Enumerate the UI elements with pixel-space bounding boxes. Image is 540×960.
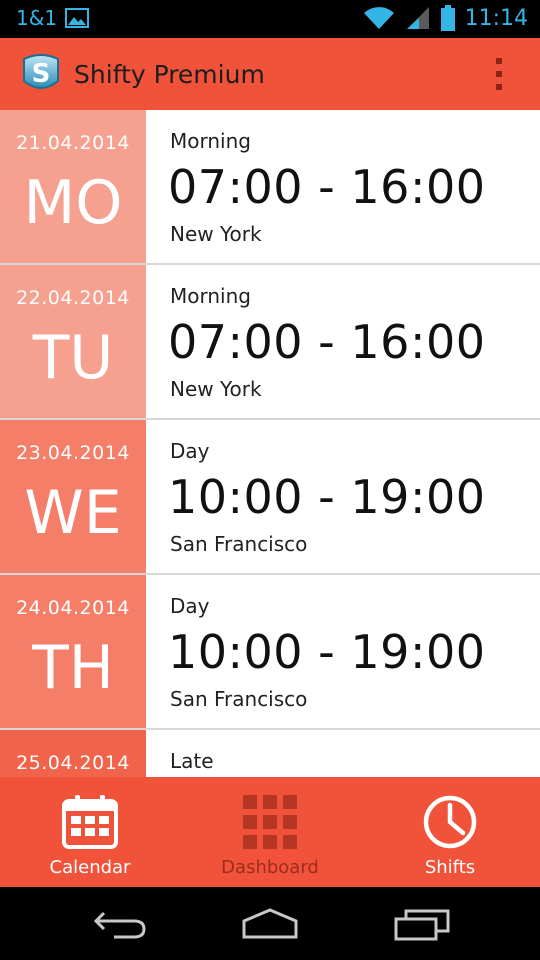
shift-time-range: 07:00 - 16:00: [168, 315, 486, 369]
shift-name: Day: [170, 439, 210, 463]
shift-info: Late: [146, 730, 540, 777]
svg-text:S: S: [32, 59, 51, 89]
shift-row[interactable]: 23.04.2014 WE Day 10:00 - 19:00 San Francisc…: [0, 420, 540, 575]
shift-time-range: 10:00 - 19:00: [168, 625, 486, 679]
shift-name: Late: [170, 749, 214, 773]
shift-info: Day 10:00 - 19:00 San Francisco: [146, 575, 540, 728]
day-block: 25.04.2014: [0, 730, 146, 777]
shift-row[interactable]: 21.04.2014 MO Morning 07:00 - 16:00 New York: [0, 110, 540, 265]
day-block: 21.04.2014 MO: [0, 110, 146, 263]
shift-row[interactable]: 25.04.2014 Late: [0, 730, 540, 777]
tab-shifts[interactable]: Shifts: [360, 777, 540, 887]
tab-dashboard-label: Dashboard: [221, 857, 319, 878]
shift-location: San Francisco: [170, 687, 308, 711]
shift-name: Day: [170, 594, 210, 618]
shift-date: 25.04.2014: [16, 752, 130, 774]
tab-calendar[interactable]: Calendar: [0, 777, 180, 887]
shift-location: New York: [170, 222, 262, 246]
shift-time-range: 07:00 - 16:00: [168, 160, 486, 214]
signal-icon: [406, 7, 429, 29]
weekday-label: TU: [32, 323, 114, 393]
wifi-icon: [363, 7, 394, 29]
battery-icon: [440, 5, 455, 31]
shift-date: 23.04.2014: [16, 442, 130, 464]
day-block: 24.04.2014 TH: [0, 575, 146, 728]
shift-info: Morning 07:00 - 16:00 New York: [146, 110, 540, 263]
shift-date: 21.04.2014: [16, 132, 130, 154]
shift-time-range: 10:00 - 19:00: [168, 470, 486, 524]
image-icon: [65, 8, 90, 28]
shift-row[interactable]: 22.04.2014 TU Morning 07:00 - 16:00 New York: [0, 265, 540, 420]
shift-info: Day 10:00 - 19:00 San Francisco: [146, 420, 540, 573]
day-block: 23.04.2014 WE: [0, 420, 146, 573]
shift-name: Morning: [170, 284, 251, 308]
clock-time: 11:14: [464, 5, 528, 31]
shift-location: New York: [170, 377, 262, 401]
shift-date: 22.04.2014: [16, 287, 130, 309]
weekday-label: WE: [24, 478, 122, 548]
shift-location: San Francisco: [170, 532, 308, 556]
status-bar: 1&1 11:14: [0, 0, 540, 38]
tab-shifts-label: Shifts: [424, 857, 476, 878]
system-nav-bar: [0, 887, 540, 960]
calendar-icon: [62, 795, 118, 849]
bottom-tab-bar: Calendar Dashboard Shifts: [0, 777, 540, 887]
shift-info: Morning 07:00 - 16:00 New York: [146, 265, 540, 418]
weekday-label: MO: [23, 168, 123, 238]
weekday-label: TH: [32, 633, 114, 703]
recents-icon[interactable]: [392, 907, 452, 941]
shift-date: 24.04.2014: [16, 597, 130, 619]
overflow-menu-icon[interactable]: [496, 58, 504, 90]
day-block: 22.04.2014 TU: [0, 265, 146, 418]
app-logo-icon: S: [23, 54, 59, 89]
app-title: Shifty Premium: [74, 59, 265, 89]
action-bar: S Shifty Premium: [0, 38, 540, 110]
shift-row[interactable]: 24.04.2014 TH Day 10:00 - 19:00 San Francisc…: [0, 575, 540, 730]
home-icon[interactable]: [240, 907, 300, 941]
tab-dashboard[interactable]: Dashboard: [180, 777, 360, 887]
clock-icon: [423, 795, 477, 849]
carrier-label: 1&1: [16, 6, 58, 30]
back-icon[interactable]: [90, 907, 150, 941]
shift-list[interactable]: 21.04.2014 MO Morning 07:00 - 16:00 New York…: [0, 110, 540, 777]
shift-name: Morning: [170, 129, 251, 153]
dashboard-icon: [243, 795, 297, 849]
tab-calendar-label: Calendar: [49, 857, 131, 878]
